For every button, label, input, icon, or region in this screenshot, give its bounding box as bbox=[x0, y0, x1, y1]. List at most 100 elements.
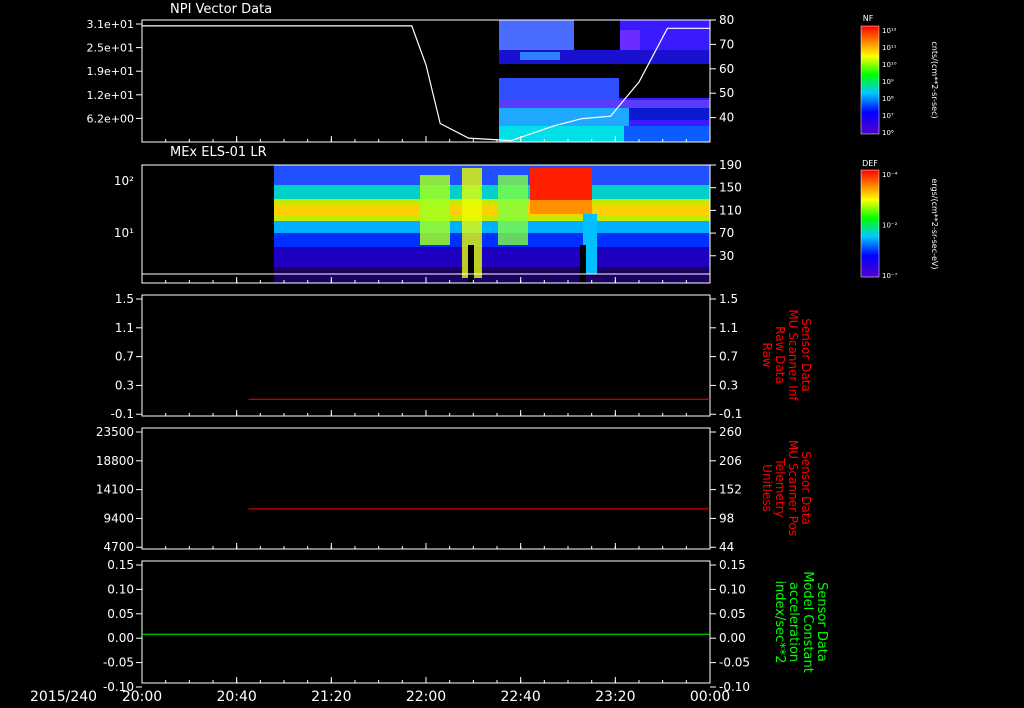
rtick-label: 40 bbox=[719, 111, 734, 125]
svg-text:index/sec**2: index/sec**2 bbox=[772, 580, 787, 663]
colorbar-tick: 10⁹ bbox=[882, 78, 894, 86]
time-tick-label: 22:40 bbox=[500, 689, 540, 705]
svg-text:Raw Data: Raw Data bbox=[773, 326, 787, 384]
svg-text:Sensor Data: Sensor Data bbox=[799, 318, 813, 392]
panel1-spectrogram bbox=[499, 20, 710, 142]
panel3-right-label: Sensor Data MU Scanner Inf Raw Data Raw bbox=[760, 309, 813, 401]
panel2-ylabel: Electron Energy eV bbox=[59, 176, 88, 271]
svg-text:Model Constant: Model Constant bbox=[41, 571, 56, 673]
rtick-label: 1.1 bbox=[719, 321, 738, 335]
svg-text:unitless: unitless bbox=[68, 469, 79, 508]
svg-text:Model Scanner: Model Scanner bbox=[785, 176, 800, 273]
rtick-label: 152 bbox=[719, 483, 742, 497]
ytick-label: 0.7 bbox=[115, 350, 134, 364]
svg-text:Sensor Data: Sensor Data bbox=[35, 318, 49, 392]
time-tick-label: 23:20 bbox=[595, 689, 635, 705]
svg-text:degrees: degrees bbox=[757, 198, 772, 251]
rtick-label: 0.7 bbox=[719, 350, 738, 364]
ytick-label: -0.1 bbox=[111, 407, 134, 421]
date-label: 2015/240 bbox=[30, 689, 97, 705]
rtick-label: 0.05 bbox=[719, 607, 746, 621]
svg-text:velocity: velocity bbox=[55, 596, 70, 647]
rtick-label: 260 bbox=[719, 425, 742, 439]
rtick-label: 206 bbox=[719, 454, 742, 468]
panel1-right-label: Sensor Data ESH Sun Elevation Angle degr… bbox=[749, 30, 798, 131]
ytick-label: 6.2e+00 bbox=[87, 112, 134, 125]
panel3-frame bbox=[141, 294, 711, 417]
panel2-right-label: Sensor Data Model Scanner Angle degrees bbox=[757, 176, 814, 273]
panel-mex-els: MEx ELS-01 LR 10² 10¹ 1901501107030 Elec… bbox=[59, 145, 939, 284]
rtick-label: 190 bbox=[719, 158, 742, 172]
rtick-label: 0.00 bbox=[719, 631, 746, 645]
ytick-label: 9400 bbox=[103, 511, 134, 525]
svg-text:NF: NF bbox=[863, 14, 874, 23]
ytick-label: 1.1 bbox=[115, 321, 134, 335]
colorbar-tick: 10⁸ bbox=[882, 95, 894, 103]
ytick-label: 18800 bbox=[96, 454, 134, 468]
rtick-label: 110 bbox=[719, 203, 742, 217]
rtick-label: 150 bbox=[719, 181, 742, 195]
panel-model-constant: 0.150.100.050.00-0.05-0.10 0.150.100.050… bbox=[27, 558, 829, 694]
colorbar-tick: 10⁻⁷ bbox=[882, 272, 898, 280]
ytick-label: 0.15 bbox=[107, 558, 134, 572]
panel4-frame bbox=[141, 427, 711, 550]
svg-text:Sensor Data: Sensor Data bbox=[799, 451, 813, 525]
ytick-label: 1.9e+01 bbox=[87, 65, 134, 78]
panel4-right-label: Sensor Data MU Scanner Pos Telemetry Uni… bbox=[760, 440, 813, 536]
svg-text:index/sec: index/sec bbox=[69, 591, 84, 653]
svg-text:Sector: Sector bbox=[30, 58, 46, 103]
time-tick-label: 20:00 bbox=[122, 689, 162, 705]
rtick-label: 0.3 bbox=[719, 378, 738, 392]
rtick-label: 44 bbox=[719, 540, 734, 554]
ytick-label: 0.05 bbox=[107, 607, 134, 621]
panel5-ylabel: Sensor Data Model Constant velocity inde… bbox=[27, 571, 84, 673]
svg-text:cnts/(cm**2-sr-sec): cnts/(cm**2-sr-sec) bbox=[930, 41, 939, 118]
rtick-label: -0.05 bbox=[719, 656, 750, 670]
panel1-title: NPI Vector Data bbox=[170, 2, 272, 17]
colorbar-tick: 10¹⁰ bbox=[882, 61, 897, 69]
panel-mu-scanner-raw: 1.5 1.1 0.7 0.3 -0.1 1.5 1.1 0.7 0.3 -0.1 Sensor… bbox=[35, 292, 813, 421]
ytick-label: 2.5e+01 bbox=[87, 42, 134, 55]
time-tick-label: 00:00 bbox=[690, 689, 730, 705]
svg-text:Telemetry: Telemetry bbox=[773, 457, 787, 517]
svg-text:Model Scanner Pos: Model Scanner Pos bbox=[44, 441, 55, 535]
svg-text:Unitless: Unitless bbox=[46, 53, 62, 109]
rtick-label: 1.5 bbox=[719, 292, 738, 306]
svg-text:acceleration: acceleration bbox=[786, 582, 801, 662]
panel2-colorbar: DEF 10⁻⁴ 10⁻² 10⁻⁷ ergs/(cm**2-sr-sec-eV) bbox=[860, 159, 939, 280]
panel3-ylabel: Sensor Data MU Scanner +30V Raw Data Raw bbox=[35, 300, 88, 410]
rtick-label: 80 bbox=[719, 13, 734, 27]
rtick-label: 98 bbox=[719, 511, 734, 525]
panel-scanner-pos: 23500 18800 14100 9400 4700 260 206 152 98 44 Se… bbox=[32, 425, 813, 554]
panel2-spectrogram bbox=[274, 165, 710, 283]
rtick-label: 70 bbox=[719, 226, 734, 240]
panel4-ylabel: Sensor Data Model Scanner Pos Raw unitle… bbox=[32, 441, 79, 535]
rtick-label: 70 bbox=[719, 37, 734, 51]
ytick-label: 0.3 bbox=[115, 378, 134, 392]
ytick-label: 23500 bbox=[96, 425, 134, 439]
rtick-label: 30 bbox=[719, 249, 734, 263]
svg-text:Raw Data: Raw Data bbox=[61, 326, 75, 384]
colorbar-tick: 10¹¹ bbox=[882, 44, 897, 52]
svg-text:Sensor Data: Sensor Data bbox=[27, 582, 42, 662]
ytick-label: 0.10 bbox=[107, 582, 134, 596]
colorbar-tick: 10⁷ bbox=[882, 112, 894, 120]
colorbar-tick: 10⁶ bbox=[882, 129, 894, 137]
ytick-label: 3.1e+01 bbox=[87, 18, 134, 31]
svg-text:MU Scanner Pos: MU Scanner Pos bbox=[786, 440, 800, 536]
ytick-label: 0.00 bbox=[107, 631, 134, 645]
svg-text:10¹: 10¹ bbox=[114, 226, 134, 240]
svg-text:Raw: Raw bbox=[56, 477, 67, 498]
time-tick-label: 21:20 bbox=[311, 689, 351, 705]
panel-npi-vector: NPI Vector Data 3.1e+01 2.5e+01 1.9e+01 1.2… bbox=[30, 2, 939, 143]
ytick-label: 1.5 bbox=[115, 292, 134, 306]
time-tick-label: 20:40 bbox=[216, 689, 256, 705]
svg-text:Electron Energy: Electron Energy bbox=[59, 176, 73, 271]
time-tick-label: 22:00 bbox=[406, 689, 446, 705]
panel5-right-label: Sensor Data Model Constant acceleration … bbox=[772, 571, 829, 673]
svg-text:Model Constant: Model Constant bbox=[800, 571, 815, 673]
rtick-label: 0.10 bbox=[719, 582, 746, 596]
svg-text:Sensor Data: Sensor Data bbox=[799, 184, 814, 264]
rtick-label: 50 bbox=[719, 86, 734, 100]
rtick-label: 60 bbox=[719, 62, 734, 76]
